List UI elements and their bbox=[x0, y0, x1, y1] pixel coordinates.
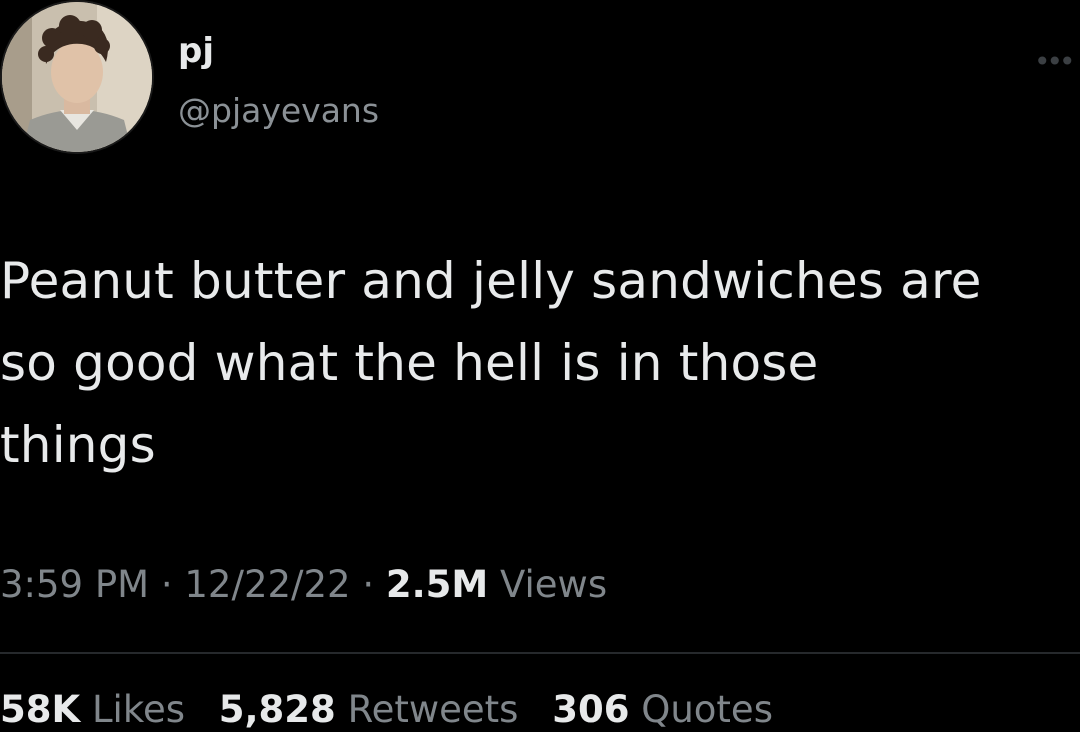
likes-label: Likes bbox=[91, 688, 185, 731]
quotes-count: 306 bbox=[552, 688, 630, 731]
tweet-time[interactable]: 3:59 PM bbox=[0, 563, 149, 606]
tweet-text-line: Peanut butter and jelly sandwiches are bbox=[0, 252, 982, 310]
more-options-icon[interactable]: ••• bbox=[1034, 48, 1075, 76]
views-label: Views bbox=[500, 563, 608, 606]
retweets-stat[interactable]: 5,828 Retweets bbox=[219, 691, 519, 728]
display-name[interactable]: pj bbox=[178, 34, 214, 68]
quotes-stat[interactable]: 306 Quotes bbox=[552, 691, 773, 728]
profile-photo bbox=[2, 2, 152, 152]
likes-count: 58K bbox=[0, 688, 81, 731]
engagement-stats: 58K Likes 5,828 Retweets 306 Quotes bbox=[0, 691, 795, 728]
tweet-date[interactable]: 12/22/22 bbox=[184, 563, 350, 606]
views-count: 2.5M bbox=[385, 563, 489, 606]
divider bbox=[0, 652, 1080, 654]
tweet-text-line: so good what the hell is in those bbox=[0, 334, 819, 392]
retweets-label: Retweets bbox=[347, 688, 519, 731]
user-handle[interactable]: @pjayevans bbox=[178, 94, 379, 127]
tweet-text-line: things bbox=[0, 416, 156, 474]
separator-dot: · bbox=[362, 563, 375, 606]
likes-stat[interactable]: 58K Likes bbox=[0, 691, 185, 728]
avatar[interactable] bbox=[2, 2, 152, 152]
tweet-metadata: 3:59 PM · 12/22/22 · 2.5M Views bbox=[0, 566, 607, 603]
separator-dot: · bbox=[160, 563, 173, 606]
retweets-count: 5,828 bbox=[218, 688, 336, 731]
quotes-label: Quotes bbox=[641, 688, 773, 731]
tweet-text: Peanut butter and jelly sandwiches are s… bbox=[0, 240, 1080, 486]
